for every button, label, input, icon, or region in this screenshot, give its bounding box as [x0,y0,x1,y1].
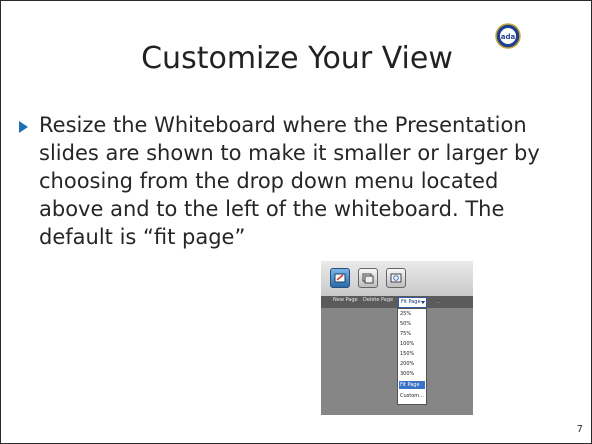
page-number: 7 [576,424,583,435]
bullet-line: slides are shown to make it smaller or l… [39,141,540,165]
embedded-screenshot: New Page Delete Page Fit Page .. 25% 50%… [321,261,473,415]
zoom-selected-value: Fit Page [401,299,421,305]
window-icon[interactable] [358,268,378,288]
toolbar [321,261,473,296]
zoom-option[interactable]: 75% [399,330,425,338]
bullet-text: Resize the Whiteboard where the Presenta… [39,111,579,251]
zoom-option[interactable]: 100% [399,340,425,348]
whiteboard-icon[interactable] [330,268,350,288]
svg-text:ada: ada [501,33,516,41]
bullet-line: choosing from the drop down menu located [39,169,499,193]
whiteboard-subbar: New Page Delete Page [321,296,473,308]
zoom-option[interactable]: 200% [399,360,425,368]
zoom-option[interactable]: 50% [399,320,425,328]
chevron-down-icon [421,301,425,304]
resize-grip-icon: .. [437,299,440,305]
delete-page-button[interactable]: Delete Page [363,297,393,303]
new-page-button[interactable]: New Page [333,297,358,303]
slide: ada Customize Your View Resize the White… [0,0,592,444]
bullet-line: Resize the Whiteboard where the Presenta… [39,113,527,137]
bullet-arrow-icon [19,121,28,133]
zoom-option[interactable]: 25% [399,310,425,318]
share-icon[interactable] [386,268,406,288]
zoom-option[interactable]: 150% [399,350,425,358]
zoom-option[interactable]: 300% [399,370,425,378]
bullet-line: above and to the left of the whiteboard.… [39,197,505,221]
bullet-line: default is “fit page” [39,225,246,249]
zoom-option[interactable]: Custom... [399,392,425,400]
zoom-options-list: 25% 50% 75% 100% 150% 200% 300% Fit Page… [397,308,427,405]
zoom-dropdown[interactable]: Fit Page [398,297,427,308]
zoom-option-selected[interactable]: Fit Page [399,381,425,389]
slide-title: Customize Your View [141,41,453,76]
